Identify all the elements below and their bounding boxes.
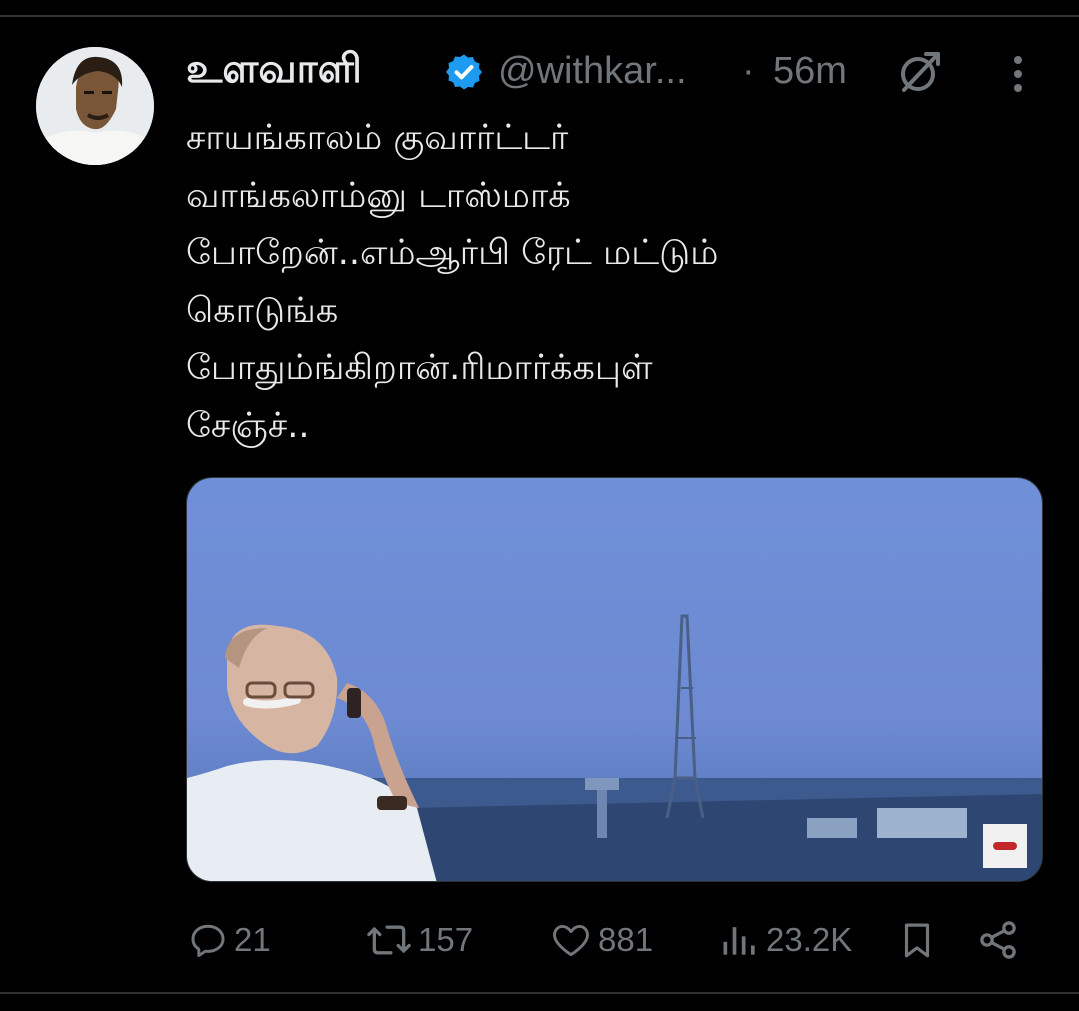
tweet-timestamp[interactable]: 56m (773, 50, 847, 93)
reply-count: 21 (234, 921, 271, 958)
author-handle[interactable]: @withkar... (498, 50, 687, 93)
grok-icon[interactable] (896, 48, 944, 96)
author-avatar[interactable] (36, 47, 154, 165)
tweet-text-line: போறேன்..எம்ஆர்பி ரேட் மட்டும் (186, 233, 719, 273)
tweet-text-line: வாங்கலாம்னு டாஸ்மாக் (186, 175, 571, 216)
share-icon (980, 921, 1016, 959)
tweet-header: உளவாளி @withkar... · 56m (186, 44, 1066, 100)
tweet-text-line: போதும்ங்கிறான்.ரிமார்க்கபுள் (186, 348, 653, 388)
tweet-text: சாயங்காலம் குவார்ட்டர் வாங்கலாம்னு டாஸ்ம… (186, 110, 1046, 455)
retweet-icon (367, 925, 411, 955)
like-button[interactable]: 881 (548, 912, 653, 968)
tweet-actions: 21 157 881 23.2K (186, 912, 1046, 968)
heart-icon (553, 924, 589, 957)
tweet-text-line: கொடுங்க (186, 290, 339, 331)
bookmark-icon (904, 923, 930, 958)
header-separator: · (742, 50, 755, 92)
retweet-count: 157 (418, 921, 474, 958)
views-button[interactable]: 23.2K (718, 912, 852, 968)
bottom-divider (0, 992, 1079, 994)
reply-icon (191, 924, 225, 958)
more-vertical-icon[interactable] (1006, 52, 1030, 96)
share-button[interactable] (976, 912, 1020, 968)
verified-badge-icon (446, 54, 482, 90)
bookmark-button[interactable] (896, 912, 938, 968)
views-count: 23.2K (766, 921, 853, 958)
views-icon (723, 927, 755, 955)
top-divider (0, 15, 1079, 17)
author-name[interactable]: உளவாளி (186, 46, 362, 97)
like-count: 881 (598, 921, 654, 958)
tweet-media-image[interactable] (186, 477, 1043, 882)
retweet-button[interactable]: 157 (364, 912, 473, 968)
reply-button[interactable]: 21 (186, 912, 271, 968)
tweet-text-line: சாயங்காலம் குவார்ட்டர் (186, 118, 569, 158)
tweet-text-line: சேஞ்ச்.. (186, 405, 310, 446)
